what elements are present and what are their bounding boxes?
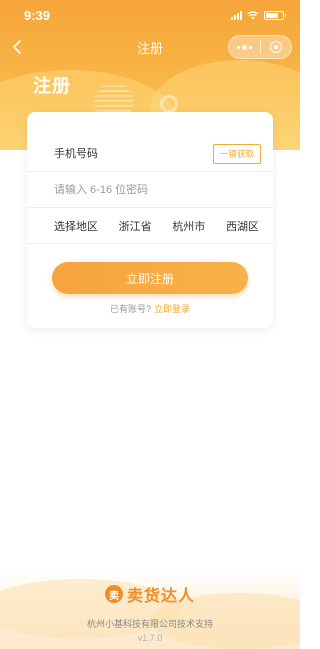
region-city[interactable]: 杭州市	[172, 218, 205, 234]
status-bar: 9:39	[0, 0, 300, 30]
battery-icon	[264, 10, 286, 20]
register-button[interactable]: 立即注册	[52, 262, 248, 294]
close-target-icon	[269, 41, 282, 53]
more-button[interactable]	[229, 36, 260, 58]
support-text: 杭州小基科技有限公司技术支持	[86, 619, 213, 629]
signal-icon	[231, 10, 242, 20]
password-row	[27, 172, 273, 208]
page-title: 注册	[33, 76, 71, 96]
region-district[interactable]: 西湖区	[226, 218, 259, 234]
password-input[interactable]	[54, 183, 194, 196]
brand-logo: 卖 卖货达人	[0, 582, 300, 606]
close-capsule-button[interactable]	[261, 36, 292, 58]
region-label: 选择地区	[54, 220, 98, 233]
phone-row: 一键获取	[27, 136, 273, 172]
ring-decoration	[160, 95, 178, 113]
register-form-card: 一键获取 选择地区 浙江省 杭州市 西湖区 立即注册 已有账号?立即登录	[27, 112, 273, 328]
brand-logo-icon: 卖	[104, 585, 123, 603]
mini-program-capsule	[228, 35, 292, 59]
login-link[interactable]: 立即登录	[154, 304, 190, 314]
back-icon[interactable]	[8, 37, 28, 57]
phone-input[interactable]	[54, 147, 194, 160]
register-page: 9:39 注册 注册 手机号码 一键获取 选择地区 浙江省 杭州市 西湖区 立即…	[0, 0, 300, 649]
nav-bar: 注册	[0, 30, 300, 64]
status-icons	[231, 10, 286, 20]
login-prompt: 已有账号? 立即登录	[27, 302, 273, 315]
nav-title: 注册	[136, 40, 163, 56]
have-account-text: 已有账号?	[109, 304, 151, 314]
region-picker[interactable]: 选择地区 浙江省 杭州市 西湖区	[27, 208, 273, 244]
region-province[interactable]: 浙江省	[119, 218, 152, 234]
wifi-icon	[247, 10, 259, 19]
version-text: v1.7.0	[137, 633, 163, 643]
status-time: 9:39	[24, 7, 51, 23]
get-code-button[interactable]: 一键获取	[213, 143, 261, 164]
more-icon	[236, 44, 252, 50]
brand-name: 卖货达人	[126, 588, 195, 605]
